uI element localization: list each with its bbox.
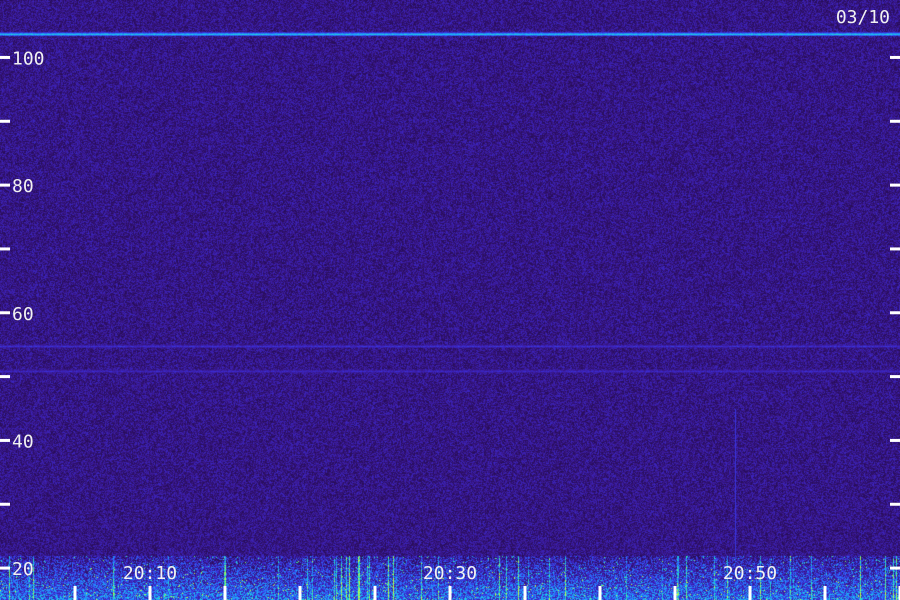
x-axis-ticks: 20:10 20:30 20:50 xyxy=(73,563,900,600)
x-tick-label-2050: 20:50 xyxy=(723,563,777,584)
x-tick-label-2010: 20:10 xyxy=(123,563,177,584)
y-axis-ticks: 20 40 60 80 100 xyxy=(0,48,900,580)
date-label: 03/10 xyxy=(836,7,890,28)
y-tick-label-60: 60 xyxy=(12,304,34,325)
chart-axes-overlay: 20 40 60 80 100 20:10 20:30 20:50 03/10 xyxy=(0,7,900,600)
y-tick-label-100: 100 xyxy=(12,48,45,69)
spectrogram-chart: 20 40 60 80 100 20:10 20:30 20:50 03/10 xyxy=(0,0,900,600)
x-tick-label-2030: 20:30 xyxy=(423,563,477,584)
y-tick-label-80: 80 xyxy=(12,176,34,197)
y-tick-label-40: 40 xyxy=(12,431,34,452)
y-tick-label-20: 20 xyxy=(12,559,34,580)
